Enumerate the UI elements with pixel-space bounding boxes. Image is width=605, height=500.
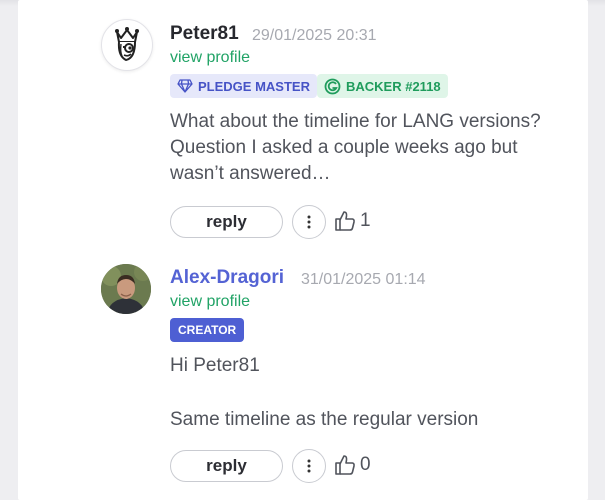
badge-label: BACKER #2118 [346,78,441,94]
author-name[interactable]: Alex-Dragori [170,267,284,289]
thumbs-up-icon [335,455,355,475]
like-count: 0 [360,454,371,475]
user-photo [101,264,151,314]
king-mascot-icon[interactable] [101,19,153,71]
author-name[interactable]: Peter81 [170,23,239,45]
more-options-button[interactable] [292,205,326,239]
badge-label: CREATOR [178,323,237,337]
comment-text: What about the timeline for LANG version… [170,109,541,187]
more-options-button[interactable] [292,449,326,483]
comment-text-line: Same timeline as the regular version [170,409,479,430]
pledge-master-badge: PLEDGE MASTER [170,74,317,98]
vertical-dots-icon [307,215,311,229]
reply-button[interactable]: reply [170,450,283,482]
comment-text-line: wasn’t answered… [170,163,331,184]
user-avatar[interactable] [101,264,151,314]
vertical-dots-icon [307,459,311,473]
like-button[interactable]: 0 [334,454,371,476]
like-button[interactable]: 1 [334,210,371,232]
view-profile-link[interactable]: view profile [170,49,250,67]
comment-text-line: What about the timeline for LANG version… [170,111,541,132]
badge-label: PLEDGE MASTER [198,78,310,94]
comment-text-line: Hi Peter81 [170,355,260,376]
comment-date: 29/01/2025 20:31 [252,27,377,44]
creator-badge: CREATOR [170,318,245,342]
comment-text: Hi Peter81 Same timeline as the regular … [170,353,478,433]
reply-button[interactable]: reply [170,206,283,238]
view-profile-link[interactable]: view profile [170,293,250,311]
comment-text-line: Question I asked a couple weeks ago but [170,137,518,158]
like-count: 1 [360,210,371,231]
thumbs-up-icon [335,211,355,231]
backer-badge: BACKER #2118 [317,74,448,98]
comments-card: Peter81 29/01/2025 20:31 view profile PL… [18,0,588,500]
comment-date: 31/01/2025 01:14 [301,271,426,288]
gamefound-logo-icon [324,78,341,94]
diamond-icon [177,79,193,93]
